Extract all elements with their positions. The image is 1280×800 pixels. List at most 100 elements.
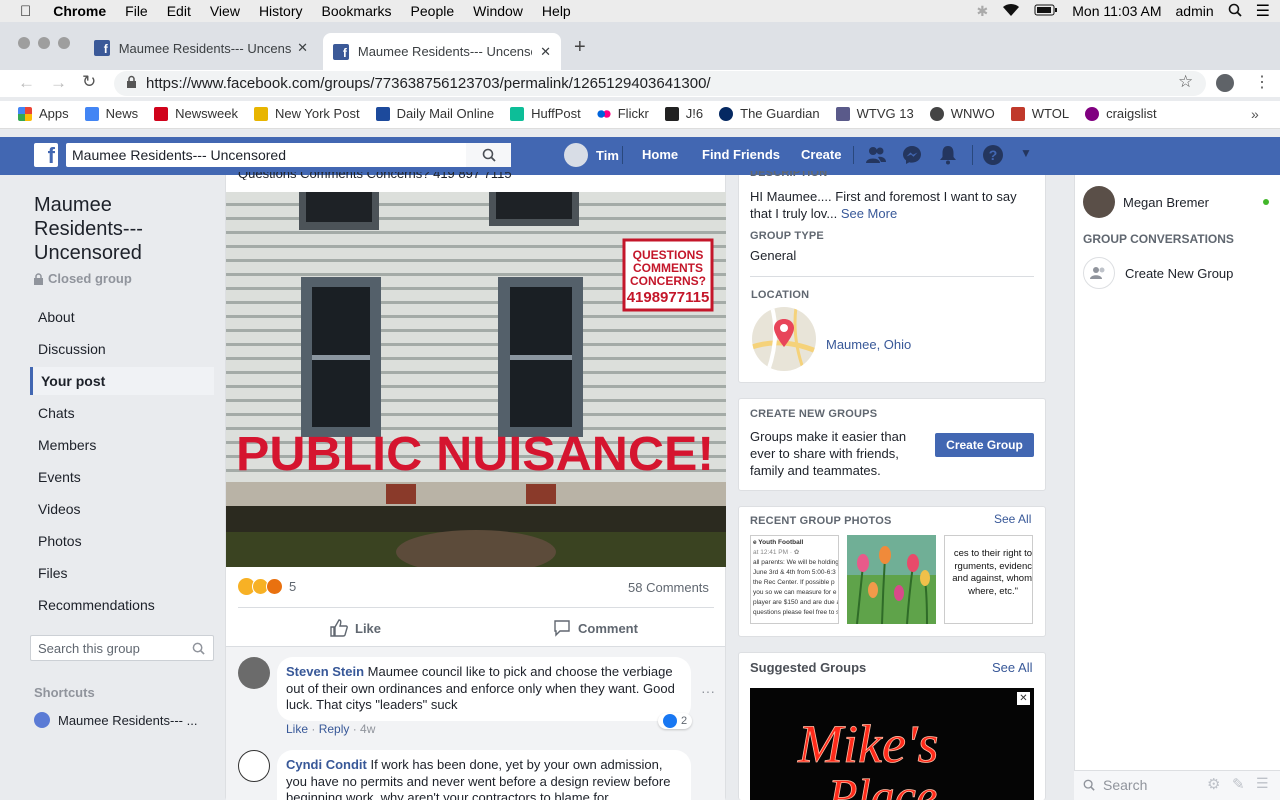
location-link[interactable]: Maumee, Ohio	[826, 337, 911, 352]
bookmark-news[interactable]: News	[84, 106, 138, 121]
bookmark-apps[interactable]: Apps	[18, 106, 69, 121]
bookmark-wnwo[interactable]: WNWO	[929, 106, 995, 121]
facebook-search-input[interactable]: Maumee Residents--- Uncensored	[66, 143, 511, 167]
forward-arrow-icon[interactable]: →	[50, 73, 67, 93]
group-photo-thumbnail[interactable]: e Youth Football at 12:41 PM · ✿ all par…	[750, 535, 839, 624]
chrome-menu-icon[interactable]: ⋮	[1254, 72, 1270, 92]
nav-create[interactable]: Create	[801, 147, 841, 162]
reload-icon[interactable]: ↻	[82, 72, 96, 92]
window-minimize-button[interactable]	[38, 37, 50, 49]
apple-icon[interactable]: 	[20, 3, 31, 20]
group-nav-about[interactable]: About	[30, 303, 214, 331]
browser-tab-active[interactable]: f Maumee Residents--- Uncenso ✕	[323, 33, 561, 70]
bookmark-flickr[interactable]: Flickr	[596, 106, 649, 121]
spotlight-icon[interactable]	[1228, 3, 1242, 20]
comment-reactions[interactable]: 2	[658, 713, 693, 729]
menu-edit[interactable]: Edit	[167, 3, 191, 19]
menu-help[interactable]: Help	[542, 3, 571, 19]
group-nav-files[interactable]: Files	[30, 559, 214, 587]
bookmark-guardian[interactable]: The Guardian	[719, 106, 820, 121]
comment-like-link[interactable]: Like	[286, 722, 308, 736]
bookmark-huffpost[interactable]: HuffPost	[510, 106, 581, 121]
create-group-button[interactable]: Create Group	[935, 433, 1034, 457]
suggested-group-cover[interactable]: Mike's Place	[750, 688, 1034, 800]
post-photo[interactable]: QUESTIONS COMMENTS CONCERNS? 4198977115 …	[226, 192, 726, 567]
nav-find-friends[interactable]: Find Friends	[702, 147, 780, 162]
comment-author[interactable]: Steven Stein	[286, 664, 364, 679]
close-tab-icon[interactable]: ✕	[297, 40, 308, 56]
group-nav-videos[interactable]: Videos	[30, 495, 214, 523]
window-zoom-button[interactable]	[58, 37, 70, 49]
menu-view[interactable]: View	[210, 3, 240, 19]
dismiss-suggestion-close-icon[interactable]: ✕	[1017, 692, 1030, 705]
menu-window[interactable]: Window	[473, 3, 523, 19]
shortcut-group[interactable]: Maumee Residents--- ...	[34, 712, 197, 728]
group-nav-your-post[interactable]: Your post	[30, 367, 214, 395]
menu-people[interactable]: People	[411, 3, 455, 19]
friend-requests-icon[interactable]	[865, 145, 887, 168]
group-photo-thumbnail[interactable]: ces to their right to rguments, evidenc …	[944, 535, 1033, 624]
group-nav-discussion[interactable]: Discussion	[30, 335, 214, 363]
group-nav-members[interactable]: Members	[30, 431, 214, 459]
bluetooth-icon[interactable]: ✱	[977, 3, 989, 20]
menubar-user[interactable]: admin	[1176, 3, 1214, 19]
group-nav-photos[interactable]: Photos	[30, 527, 214, 555]
window-close-button[interactable]	[18, 37, 30, 49]
back-arrow-icon[interactable]: ←	[18, 73, 35, 93]
comment-button[interactable]: Comment	[553, 619, 638, 637]
account-menu-chevron-down-icon[interactable]: ▼	[1020, 146, 1032, 160]
location-map[interactable]	[752, 307, 816, 371]
menu-bookmarks[interactable]: Bookmarks	[322, 3, 392, 19]
menu-app-name[interactable]: Chrome	[53, 3, 106, 19]
address-bar[interactable]: https://www.facebook.com/groups/77363875…	[114, 71, 1206, 96]
like-button[interactable]: Like	[330, 619, 381, 637]
bookmark-wtol[interactable]: WTOL	[1010, 106, 1069, 121]
group-nav-events[interactable]: Events	[30, 463, 214, 491]
bookmark-wtvg[interactable]: WTVG 13	[835, 106, 914, 121]
new-message-compose-icon[interactable]: ✎	[1232, 775, 1245, 793]
suggested-see-all-link[interactable]: See All	[992, 660, 1032, 675]
bookmark-nypost[interactable]: New York Post	[254, 106, 360, 121]
comment-age[interactable]: 4w	[360, 722, 375, 736]
chat-options-icon[interactable]: ☰	[1256, 775, 1269, 792]
create-new-group-chat[interactable]: Create New Group	[1083, 257, 1233, 289]
bookmark-dailymail[interactable]: Daily Mail Online	[375, 106, 494, 121]
bookmark-j6[interactable]: J!6	[664, 106, 703, 121]
notifications-bell-icon[interactable]	[939, 145, 957, 168]
chat-settings-gear-icon[interactable]: ⚙	[1207, 775, 1220, 793]
comment-reply-link[interactable]: Reply	[319, 722, 350, 736]
photos-see-all-link[interactable]: See All	[994, 512, 1031, 526]
bookmark-newsweek[interactable]: Newsweek	[154, 106, 238, 121]
menu-file[interactable]: File	[125, 3, 148, 19]
notification-center-icon[interactable]: ☰	[1256, 1, 1270, 21]
menubar-clock[interactable]: Mon 11:03 AM	[1072, 3, 1161, 19]
chat-search-input[interactable]: Search	[1083, 777, 1147, 793]
nav-home[interactable]: Home	[642, 147, 678, 162]
group-search-input[interactable]: Search this group	[30, 635, 214, 661]
comment-options-icon[interactable]: ···	[701, 683, 715, 699]
menu-history[interactable]: History	[259, 3, 303, 19]
group-nav-recommendations[interactable]: Recommendations	[30, 591, 214, 619]
chat-contact[interactable]: Megan Bremer	[1083, 186, 1209, 218]
close-tab-icon[interactable]: ✕	[540, 44, 551, 60]
profile-link[interactable]: Tim	[564, 143, 619, 167]
avatar[interactable]	[238, 750, 270, 782]
browser-tab[interactable]: f Maumee Residents--- Uncenso ✕	[84, 33, 318, 63]
messenger-icon[interactable]	[902, 145, 922, 168]
group-photo-thumbnail[interactable]	[847, 535, 936, 624]
facebook-logo-icon[interactable]: f	[34, 143, 58, 167]
help-question-icon[interactable]: ?	[983, 145, 1003, 165]
bookmark-craigslist[interactable]: craigslist	[1085, 106, 1157, 121]
wifi-icon[interactable]	[1002, 3, 1020, 20]
facebook-search-button[interactable]	[466, 143, 511, 167]
battery-icon[interactable]	[1034, 3, 1058, 19]
reactions-summary[interactable]: 5	[238, 578, 296, 595]
more-bookmarks-icon[interactable]: »	[1251, 106, 1259, 122]
profile-avatar-icon[interactable]	[1216, 74, 1234, 92]
group-nav-chats[interactable]: Chats	[30, 399, 214, 427]
comment-author[interactable]: Cyndi Condit	[286, 757, 367, 772]
group-name[interactable]: Maumee Residents--- Uncensored	[34, 193, 143, 265]
bookmark-star-icon[interactable]: ☆	[1178, 72, 1193, 92]
search-icon[interactable]	[192, 642, 205, 655]
avatar[interactable]	[238, 657, 270, 689]
